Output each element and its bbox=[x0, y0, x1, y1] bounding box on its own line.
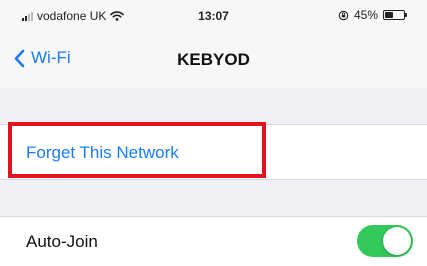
auto-join-row: Auto-Join bbox=[0, 216, 427, 266]
forget-network-label: Forget This Network bbox=[26, 143, 179, 162]
page-title: KEBYOD bbox=[177, 50, 250, 69]
battery-fill bbox=[385, 12, 393, 18]
battery-percentage: 45% bbox=[353, 8, 378, 22]
auto-join-toggle[interactable] bbox=[357, 225, 413, 257]
auto-join-label: Auto-Join bbox=[26, 232, 98, 251]
status-bar: vodafone UK 13:07 45% bbox=[0, 0, 427, 34]
section-spacer bbox=[0, 88, 427, 124]
battery-nub bbox=[405, 13, 407, 17]
rotation-lock-icon bbox=[338, 10, 349, 20]
battery-icon bbox=[383, 10, 407, 20]
forget-network-button[interactable]: Forget This Network bbox=[0, 124, 427, 180]
wifi-network-settings-screen: vodafone UK 13:07 45% Wi-Fi KEBYOD Forge… bbox=[0, 0, 427, 266]
section-spacer bbox=[0, 180, 427, 216]
toggle-knob bbox=[383, 227, 411, 255]
navigation-bar: Wi-Fi KEBYOD bbox=[0, 34, 427, 88]
status-bar-right: 45% bbox=[338, 8, 407, 22]
